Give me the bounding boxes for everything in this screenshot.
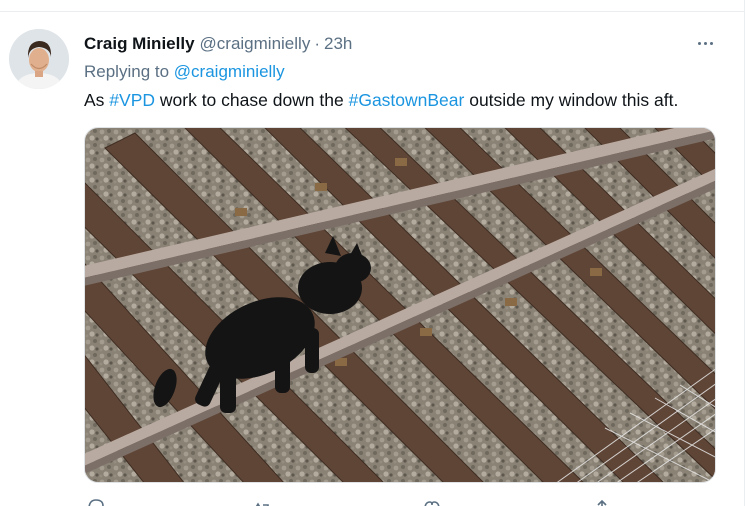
more-horizontal-icon [709,41,713,45]
reply-icon [88,499,104,506]
replying-to-label: Replying to [84,62,170,81]
tweet-photo[interactable] [84,127,716,483]
tweet-header: Craig Minielly @craigminielly · 23h [84,34,352,56]
more-horizontal-icon [697,41,701,45]
author-name[interactable]: Craig Minielly [84,34,195,54]
separator-dot: · [314,34,320,53]
replying-to-mention[interactable]: @craigminielly [174,62,285,81]
more-horizontal-icon [703,41,707,45]
timeline-divider [0,0,745,12]
bear-on-tracks-image [85,128,715,482]
tweet-text: As #VPD work to chase down the #GastownB… [84,90,678,111]
retweet-button[interactable] [252,497,272,506]
hashtag-gastownbear[interactable]: #GastownBear [349,90,465,110]
retweet-icon [255,502,269,506]
more-options-button[interactable] [690,33,720,53]
tweet-text-segment: As [84,90,110,110]
tweet-text-segment: work to chase down the [155,90,349,110]
tweet-text-segment: outside my window this aft. [464,90,679,110]
author-handle[interactable]: @craigminielly [200,34,311,54]
avatar[interactable] [9,29,69,89]
avatar-image [9,29,69,89]
timestamp[interactable]: 23h [324,34,352,54]
like-button[interactable] [422,497,442,506]
share-button[interactable] [592,497,612,506]
tweet-actions [84,497,624,506]
reply-button[interactable] [86,497,106,506]
tweet[interactable]: Craig Minielly @craigminielly · 23h Repl… [0,13,744,506]
hashtag-vpd[interactable]: #VPD [109,90,155,110]
heart-icon [424,501,440,506]
share-icon [597,499,607,506]
replying-to-line: Replying to @craigminielly [84,62,285,82]
